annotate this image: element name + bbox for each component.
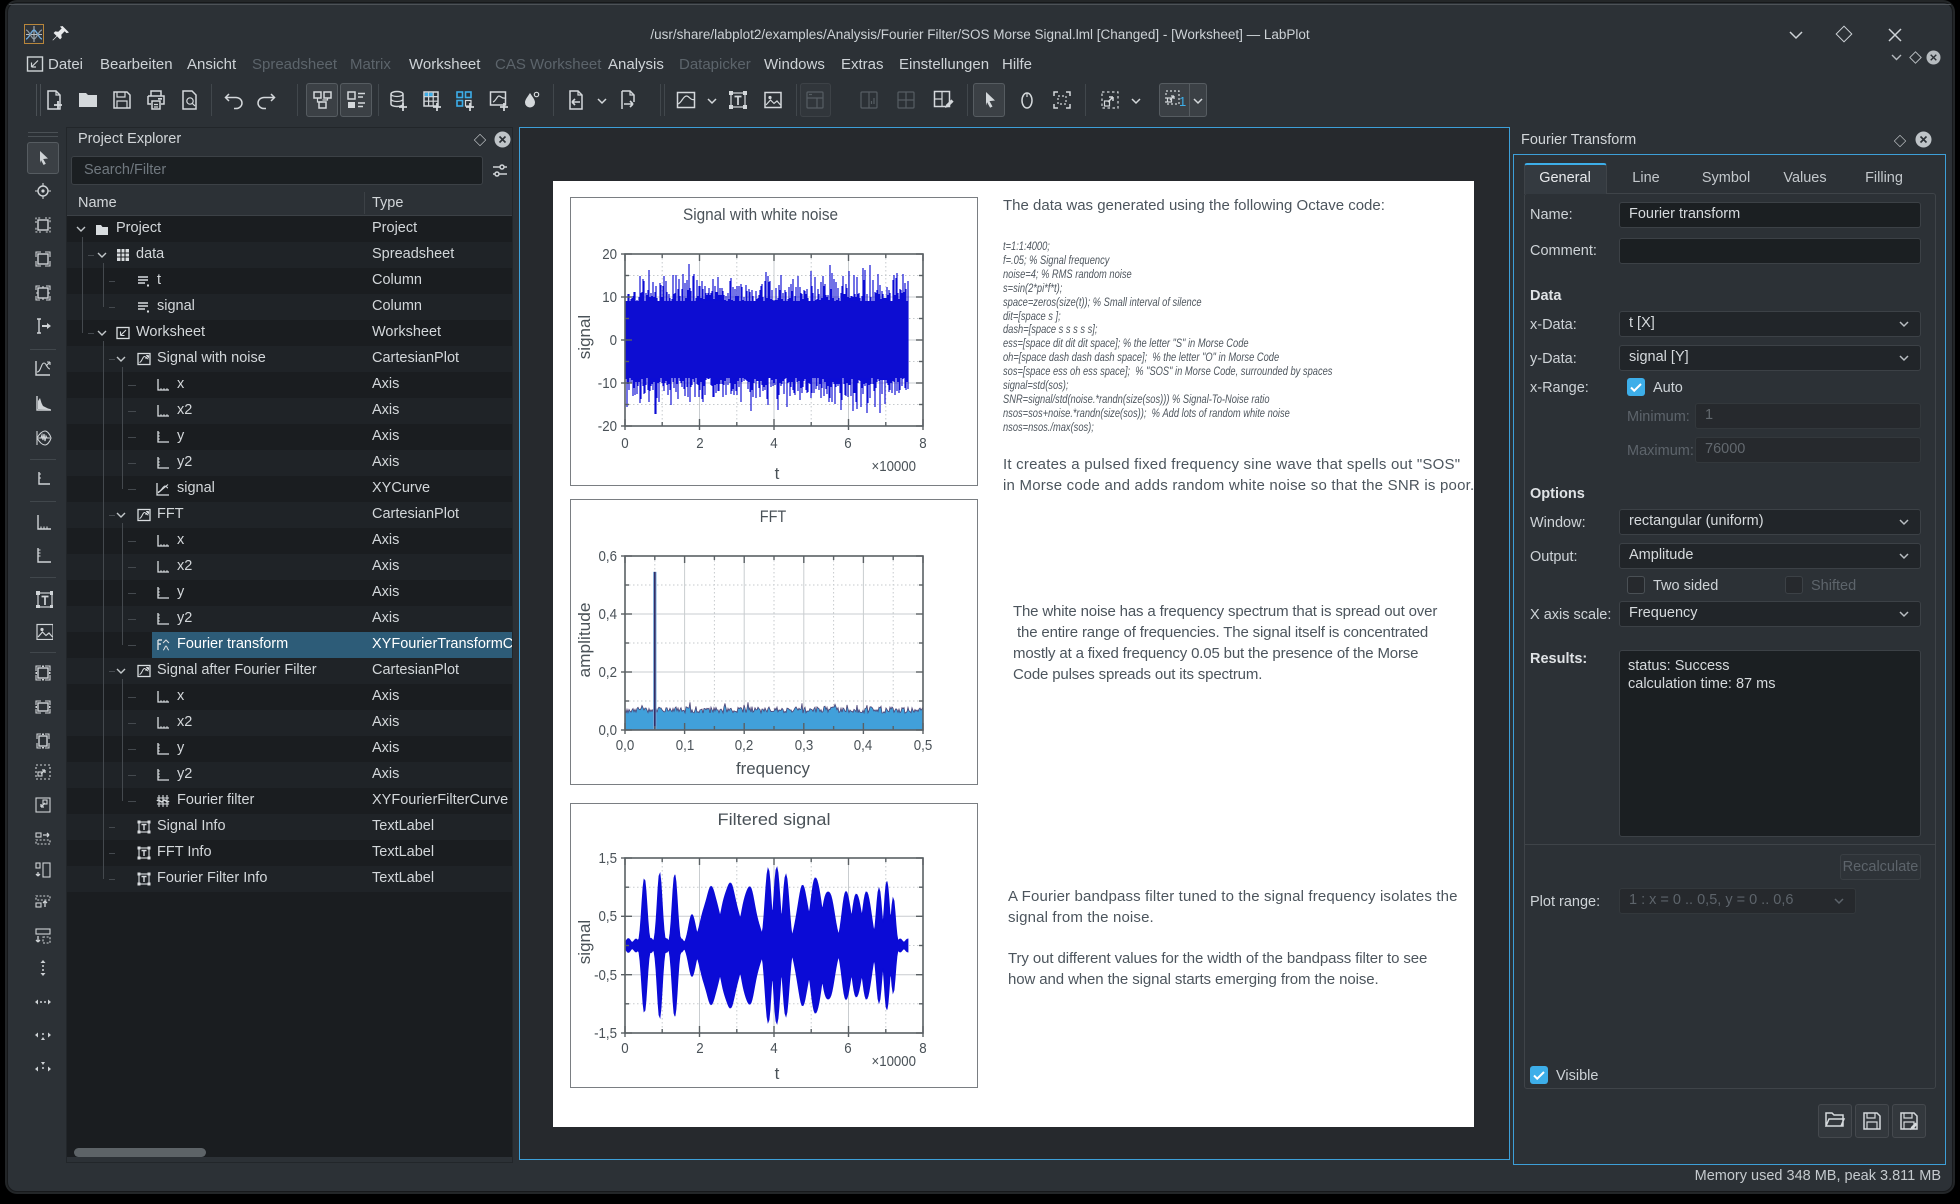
svg-text:0: 0 [610, 332, 617, 349]
svg-text:4: 4 [770, 435, 777, 452]
svg-text:0,0: 0,0 [616, 737, 635, 754]
svg-text:Signal with white noise: Signal with white noise [683, 205, 838, 224]
svg-text:4: 4 [770, 1040, 777, 1057]
svg-text:2: 2 [696, 1040, 703, 1057]
svg-text:0,6: 0,6 [599, 548, 618, 565]
svg-text:0,5: 0,5 [599, 908, 618, 925]
svg-text:×10000: ×10000 [872, 458, 917, 475]
svg-text:signal: signal [575, 315, 594, 359]
svg-text:6: 6 [844, 1040, 851, 1057]
svg-text:1,5: 1,5 [599, 850, 618, 867]
svg-text:0,4: 0,4 [854, 737, 873, 754]
svg-text:signal: signal [575, 920, 594, 964]
svg-text:-1,5: -1,5 [594, 1025, 617, 1042]
svg-text:t: t [775, 1064, 780, 1083]
svg-text:FFT: FFT [760, 507, 787, 526]
svg-text:0,4: 0,4 [599, 606, 618, 623]
svg-text:0: 0 [621, 435, 628, 452]
svg-text:8: 8 [919, 1040, 926, 1057]
svg-text:-0,5: -0,5 [594, 967, 617, 984]
svg-text:0,2: 0,2 [599, 664, 618, 681]
svg-text:frequency: frequency [736, 759, 810, 778]
svg-text:6: 6 [844, 435, 851, 452]
svg-text:0,5: 0,5 [914, 737, 933, 754]
svg-text:1: 1 [1179, 94, 1186, 109]
svg-text:2: 2 [696, 435, 703, 452]
svg-text:0,0: 0,0 [599, 722, 618, 739]
svg-text:0,3: 0,3 [795, 737, 814, 754]
svg-text:20: 20 [602, 246, 617, 263]
svg-text:-20: -20 [598, 418, 617, 435]
svg-text:0,1: 0,1 [676, 737, 695, 754]
svg-text:Filtered signal: Filtered signal [718, 810, 831, 829]
svg-text:8: 8 [919, 435, 926, 452]
svg-text:t: t [775, 464, 780, 483]
svg-text:amplitude: amplitude [575, 603, 594, 678]
svg-text:-10: -10 [598, 375, 617, 392]
svg-text:×10000: ×10000 [872, 1053, 917, 1070]
svg-text:10: 10 [602, 289, 617, 306]
svg-text:0,2: 0,2 [735, 737, 754, 754]
svg-text:0: 0 [621, 1040, 628, 1057]
